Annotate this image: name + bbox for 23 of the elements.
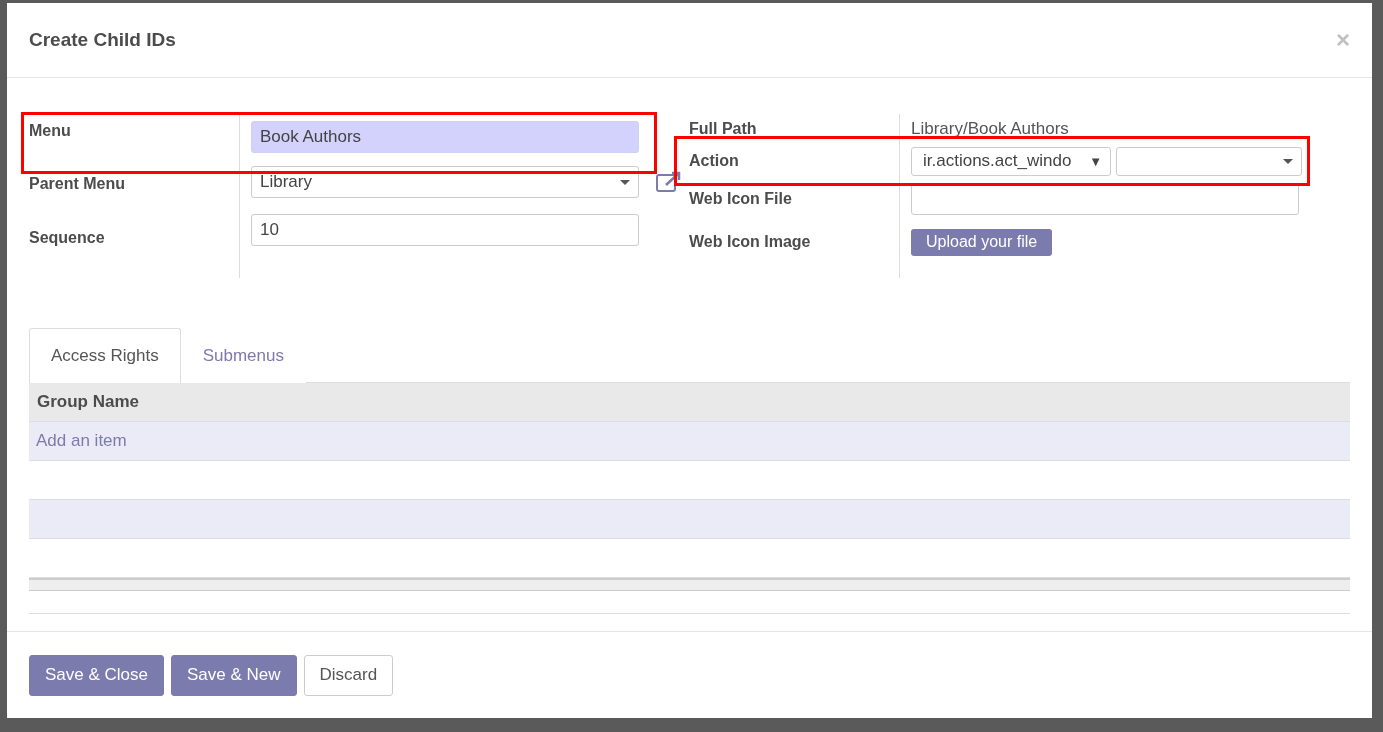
dialog-title: Create Child IDs: [29, 29, 176, 51]
caret-icon: [620, 179, 630, 185]
column-header: Group Name: [29, 383, 1350, 422]
discard-button[interactable]: Discard: [303, 654, 394, 696]
field-label: Action: [689, 152, 739, 170]
field-label: Menu: [29, 122, 71, 140]
save-button[interactable]: Save & New: [171, 654, 297, 696]
external-link-icon: [656, 171, 682, 193]
select-field[interactable]: Library: [251, 166, 639, 198]
save-button[interactable]: Save & Close: [29, 654, 164, 696]
caret-icon: [1283, 158, 1293, 164]
model-select[interactable]: ir.actions.act_windo ▼: [911, 146, 1111, 176]
field-value: Library/Book Authors: [911, 119, 1069, 139]
upload-button[interactable]: Upload your file: [911, 228, 1053, 256]
text-field[interactable]: Book Authors: [251, 120, 639, 153]
field-label: Web Icon File: [689, 190, 792, 208]
field-label: Parent Menu: [29, 175, 125, 193]
field-label: Sequence: [29, 229, 105, 247]
field-label: Full Path: [689, 120, 757, 138]
text-field[interactable]: 10: [251, 213, 639, 246]
input-field[interactable]: [911, 183, 1299, 215]
field-label: Web Icon Image: [689, 233, 811, 251]
tab[interactable]: Access Rights: [29, 328, 181, 383]
